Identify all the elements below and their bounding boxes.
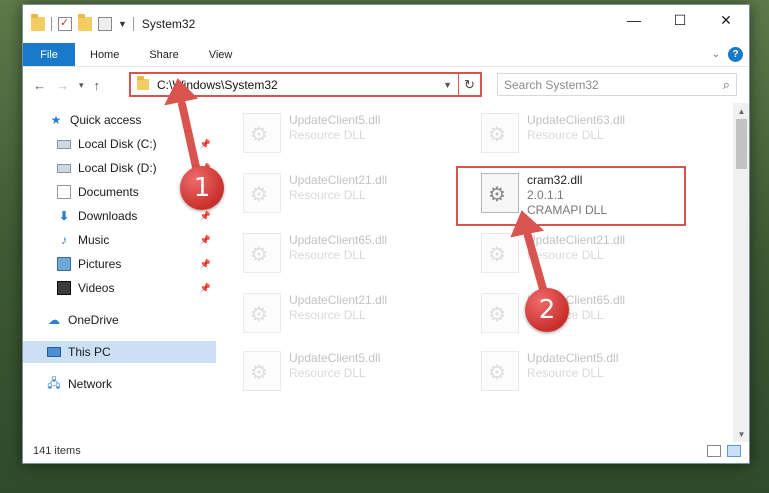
arrow-1-head [164,78,199,106]
arrow-2-head [510,210,545,238]
callout-arrows [164,78,549,300]
callout-badge-2: 2 [525,288,569,332]
callout-badge-1: 1 [180,166,224,210]
arrow-2-shaft [524,232,549,300]
arrow-1-shaft [178,100,202,180]
